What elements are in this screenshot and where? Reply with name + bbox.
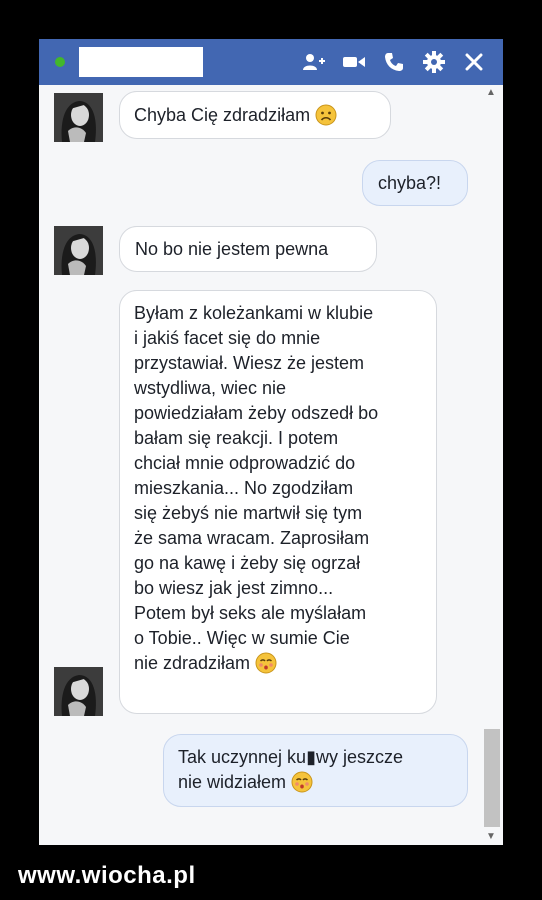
phone-icon[interactable] [381,49,407,75]
message-line: chciał mnie odprowadzić do [134,453,356,473]
message-bubble-incoming: Chyba Cię zdradziłam [119,91,391,139]
message-list: Chyba Cię zdradziłam chyba?! No bo nie j… [39,85,481,845]
message-line-last: nie zdradziłam [134,651,422,681]
message-line: nie zdradziłam [134,653,251,673]
message-text: Chyba Cię zdradziłam [134,105,311,125]
message-line-last: nie widziałem [178,770,453,800]
message-line: powiedziałam żeby odszedł bo [134,403,379,423]
kiss-face-emoji-icon [255,652,277,681]
message-text: No bo nie jestem pewna [135,239,329,259]
contact-name-redacted[interactable] [79,47,203,77]
message-text: chyba?! [378,173,442,193]
message-line: o Tobie.. Więc w sumie Cie [134,628,350,648]
contact-avatar[interactable] [54,93,103,142]
message-bubble-incoming-long: Byłam z koleżankami w klubie i jakiś fac… [119,290,437,714]
message-line: Potem był seks ale myślałam [134,603,367,623]
message-line: i jakiś facet się do mnie [134,328,321,348]
watermark-text: www.wiocha.pl [18,862,196,889]
message-line: wstydliwa, wiec nie [134,378,287,398]
message-line: go na kawę i żeby się ogrzał [134,553,361,573]
chat-window: Chyba Cię zdradziłam chyba?! No bo nie j… [39,39,503,845]
scrollbar-thumb[interactable] [484,729,500,827]
message-bubble-outgoing: Tak uczynnej ku▮wy jeszcze nie widziałem [163,734,468,807]
message-bubble-outgoing: chyba?! [362,160,468,206]
message-line: że sama wracam. Zaprosiłam [134,528,370,548]
message-line: nie widziałem [178,772,287,792]
video-camera-icon[interactable] [341,49,367,75]
close-icon[interactable] [461,49,487,75]
message-line: przystawiał. Wiesz że jestem [134,353,365,373]
add-person-icon[interactable] [301,49,327,75]
chat-titlebar [39,39,503,85]
online-status-icon [55,57,65,67]
message-bubble-incoming: No bo nie jestem pewna [119,226,377,272]
gear-icon[interactable] [421,49,447,75]
contact-avatar[interactable] [54,226,103,275]
message-line: mieszkania... No zgodziłam [134,478,354,498]
scroll-up-arrow-icon[interactable]: ▲ [486,87,496,98]
message-line: Byłam z koleżankami w klubie [134,303,374,323]
kiss-face-emoji-icon [291,771,313,800]
message-line: bałam się reakcji. I potem [134,428,339,448]
sad-face-emoji-icon [315,104,337,133]
contact-avatar[interactable] [54,667,103,716]
scroll-down-arrow-icon[interactable]: ▼ [486,831,496,842]
message-line: Tak uczynnej ku▮wy jeszcze [178,747,403,767]
message-line: bo wiesz jak jest zimno... [134,578,334,598]
chat-scrollbar[interactable]: ▲ ▼ [481,85,503,845]
message-line: się żebyś nie martwił się tym [134,503,363,523]
